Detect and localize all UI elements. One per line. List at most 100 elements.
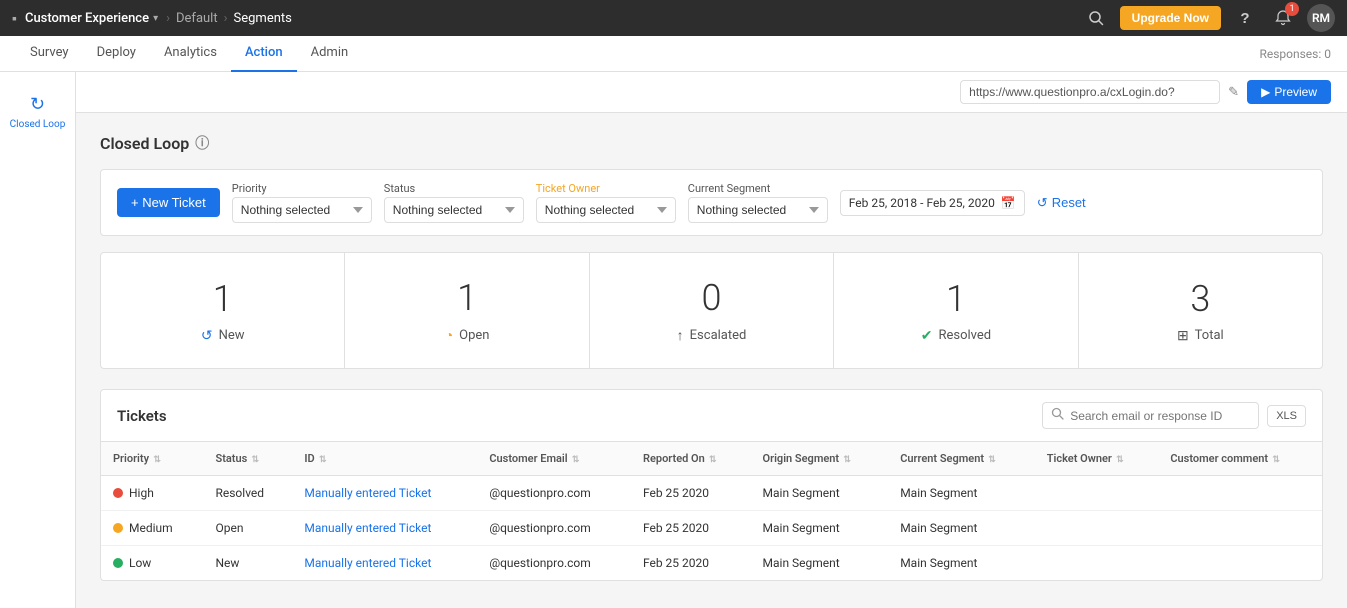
logo-icon: ▪ (12, 10, 17, 27)
escalated-ticket-icon: ↑ (677, 327, 684, 344)
tickets-header: Tickets XLS (101, 390, 1322, 442)
cell-comment-0 (1158, 476, 1322, 511)
stat-new-number: 1 (213, 278, 233, 320)
sort-arrows: ⇅ (707, 455, 717, 465)
stat-open-label: ◔ Open (445, 327, 490, 344)
cell-comment-2 (1158, 546, 1322, 581)
col-comment: Customer comment ⇅ (1158, 442, 1322, 476)
priority-dot (113, 523, 123, 533)
cell-owner-2 (1035, 546, 1159, 581)
priority-dot (113, 488, 123, 498)
stat-total-number: 3 (1190, 278, 1210, 320)
priority-value: Medium (129, 521, 173, 535)
responses-count: Responses: 0 (1259, 47, 1331, 61)
sort-arrows: ⇅ (249, 455, 259, 465)
main-content: ✎ ▶ Preview Closed Loop ⓘ + New Ticket P… (76, 72, 1347, 608)
sidebar-item-label: Closed Loop (10, 119, 66, 131)
app-switcher[interactable]: Customer Experience ▾ (25, 11, 158, 26)
help-button[interactable]: ? (1231, 4, 1259, 32)
secondary-nav: Survey Deploy Analytics Action Admin Res… (0, 36, 1347, 72)
status-select[interactable]: Nothing selected (384, 197, 524, 223)
cell-id-2[interactable]: Manually entered Ticket (292, 546, 477, 581)
url-input[interactable] (960, 80, 1220, 104)
cell-status-2: New (203, 546, 292, 581)
tickets-search-wrapper: XLS (1042, 402, 1306, 429)
preview-button[interactable]: ▶ Preview (1247, 80, 1331, 104)
cell-owner-0 (1035, 476, 1159, 511)
sort-arrows: ⇅ (151, 455, 161, 465)
tickets-section: Tickets XLS Priority (100, 389, 1323, 581)
sort-arrows: ⇅ (1114, 455, 1124, 465)
section-title: Closed Loop ⓘ (100, 133, 1323, 153)
breadcrumb: › Default › Segments (166, 11, 292, 26)
cell-reported-2: Feb 25 2020 (631, 546, 751, 581)
stats-row: 1 ↺ New 1 ◔ Open 0 ↑ (100, 252, 1323, 369)
stat-escalated-number: 0 (702, 277, 722, 319)
reset-button[interactable]: ↺ Reset (1037, 195, 1086, 211)
cell-email-0: @questionpro.com (477, 476, 631, 511)
cell-id-0[interactable]: Manually entered Ticket (292, 476, 477, 511)
table-row: Low New Manually entered Ticket @questio… (101, 546, 1322, 581)
col-email: Customer Email ⇅ (477, 442, 631, 476)
stat-open: 1 ◔ Open (345, 253, 589, 368)
resolved-ticket-icon: ✔ (921, 328, 933, 344)
avatar[interactable]: RM (1307, 4, 1335, 32)
current-segment-label: Current Segment (688, 182, 828, 195)
cell-reported-0: Feb 25 2020 (631, 476, 751, 511)
upgrade-button[interactable]: Upgrade Now (1120, 6, 1221, 30)
stat-escalated-label: ↑ Escalated (677, 327, 747, 344)
sort-arrows: ⇅ (1270, 455, 1280, 465)
reset-icon: ↺ (1037, 195, 1048, 211)
search-button[interactable] (1082, 4, 1110, 32)
cell-owner-1 (1035, 511, 1159, 546)
nav-action[interactable]: Action (231, 36, 297, 72)
nav-deploy[interactable]: Deploy (83, 36, 150, 72)
search-input[interactable] (1070, 409, 1250, 423)
priority-select[interactable]: Nothing selected (232, 197, 372, 223)
ticket-owner-select[interactable]: Nothing selected (536, 197, 676, 223)
table-header: Priority ⇅ Status ⇅ ID ⇅ Customer Email … (101, 442, 1322, 476)
cell-priority-2: Low (101, 546, 203, 581)
stat-new: 1 ↺ New (101, 253, 345, 368)
col-origin: Origin Segment ⇅ (751, 442, 889, 476)
filters-row: + New Ticket Priority Nothing selected S… (100, 169, 1323, 236)
new-ticket-button[interactable]: + New Ticket (117, 188, 220, 217)
col-ticket-owner: Ticket Owner ⇅ (1035, 442, 1159, 476)
cell-current-seg-2: Main Segment (888, 546, 1035, 581)
date-range-value: Feb 25, 2018 - Feb 25, 2020 (849, 196, 995, 210)
cell-id-1[interactable]: Manually entered Ticket (292, 511, 477, 546)
notifications-wrapper: 1 (1269, 4, 1297, 32)
top-bar-right: Upgrade Now ? 1 RM (1082, 4, 1335, 32)
sidebar: ↻ Closed Loop (0, 72, 76, 608)
ticket-owner-filter-group: Ticket Owner Nothing selected (536, 182, 676, 223)
stat-total-label: ⊞ Total (1177, 328, 1224, 344)
nav-survey[interactable]: Survey (16, 36, 83, 72)
tickets-tbody: High Resolved Manually entered Ticket @q… (101, 476, 1322, 581)
nav-analytics[interactable]: Analytics (150, 36, 231, 72)
priority-value: Low (129, 556, 151, 570)
top-bar-left: ▪ Customer Experience ▾ › Default › Segm… (12, 10, 292, 27)
xls-export-button[interactable]: XLS (1267, 405, 1306, 427)
sidebar-item-closed-loop[interactable]: ↻ Closed Loop (0, 84, 75, 141)
cell-comment-1 (1158, 511, 1322, 546)
current-segment-select[interactable]: Nothing selected (688, 197, 828, 223)
help-circle-icon[interactable]: ⓘ (195, 133, 209, 153)
breadcrumb-separator2: › (224, 11, 228, 26)
sort-arrows: ⇅ (841, 455, 851, 465)
total-ticket-icon: ⊞ (1177, 328, 1189, 344)
cell-current-seg-0: Main Segment (888, 476, 1035, 511)
col-status: Status ⇅ (203, 442, 292, 476)
cell-reported-1: Feb 25 2020 (631, 511, 751, 546)
new-ticket-icon: ↺ (201, 328, 213, 344)
cell-status-0: Resolved (203, 476, 292, 511)
breadcrumb-current: Segments (234, 11, 292, 26)
breadcrumb-default[interactable]: Default (176, 11, 218, 26)
cell-current-seg-1: Main Segment (888, 511, 1035, 546)
nav-admin[interactable]: Admin (297, 36, 363, 72)
open-ticket-icon: ◔ (445, 327, 453, 344)
top-bar: ▪ Customer Experience ▾ › Default › Segm… (0, 0, 1347, 36)
calendar-icon: 📅 (1001, 196, 1016, 210)
date-range-picker[interactable]: Feb 25, 2018 - Feb 25, 2020 📅 (840, 190, 1025, 216)
edit-icon[interactable]: ✎ (1228, 85, 1239, 100)
col-id: ID ⇅ (292, 442, 477, 476)
